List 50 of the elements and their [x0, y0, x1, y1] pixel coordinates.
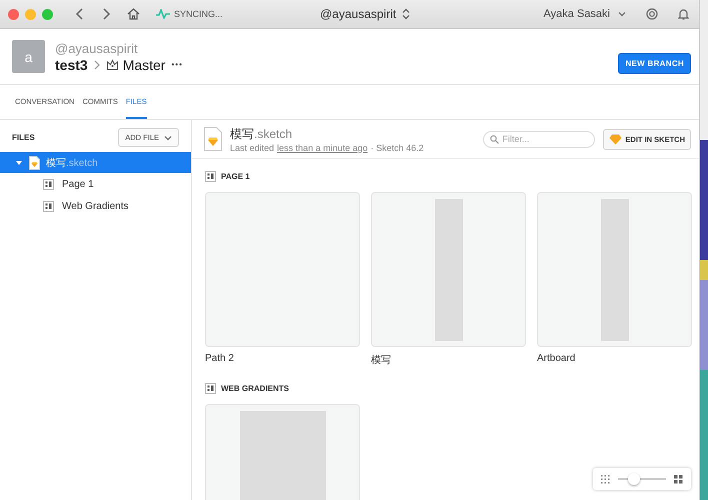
owner-handle: @ayausaspirit	[55, 40, 139, 56]
small-grid-icon[interactable]	[601, 474, 610, 484]
sketch-file-icon	[204, 127, 222, 151]
artboard-name: Artboard	[537, 353, 576, 366]
page-icon	[43, 200, 54, 212]
file-title: 模写.sketch	[230, 126, 294, 142]
page-icon	[205, 383, 216, 394]
file-tree-item[interactable]: 模写.sketch	[0, 152, 191, 173]
chevron-right-icon	[94, 60, 100, 70]
page-icon	[43, 178, 54, 190]
branch-name[interactable]: Master	[122, 56, 166, 72]
artboard-name: Path 2	[205, 353, 235, 366]
disclosure-icon[interactable]	[15, 158, 23, 166]
new-branch-button[interactable]: NEW BRANCH	[618, 53, 691, 74]
user-menu[interactable]: Ayaka Sasaki	[544, 8, 610, 20]
sync-status: SYNCING...	[174, 9, 223, 19]
sketch-file-icon	[29, 156, 40, 170]
project-name[interactable]: test3	[55, 56, 88, 72]
close-button[interactable]	[8, 8, 19, 20]
page-title: PAGE 1	[221, 172, 250, 181]
avatar: a	[12, 40, 45, 73]
artboard-thumbnail[interactable]	[205, 192, 360, 347]
page-title: WEB GRADIENTS	[221, 384, 289, 393]
filter-field[interactable]: Filter...	[483, 130, 596, 148]
page-icon	[205, 171, 216, 182]
artboard-thumbnail[interactable]	[537, 192, 692, 347]
chevron-down-icon[interactable]	[618, 11, 626, 17]
edited-label: Last edited	[230, 142, 274, 152]
page-tree-item[interactable]: Web Gradients	[0, 195, 191, 217]
artboard-thumbnail[interactable]	[371, 192, 526, 347]
large-grid-icon[interactable]	[674, 474, 683, 484]
account-selector[interactable]: @ayausaspirit	[320, 7, 396, 21]
more-menu[interactable]: •••	[171, 60, 183, 69]
home-icon[interactable]	[127, 8, 140, 20]
edited-time-link[interactable]: less than a minute ago	[277, 142, 368, 152]
page-tree-item[interactable]: Page 1	[0, 173, 191, 195]
file-name: 模写.sketch	[46, 156, 98, 170]
zoom-button[interactable]	[42, 8, 53, 20]
sketch-version: · Sketch 46.2	[370, 142, 424, 152]
sidebar-title: FILES	[12, 133, 35, 142]
crown-icon	[106, 58, 119, 71]
diamond-icon	[609, 134, 622, 144]
forward-icon[interactable]	[101, 8, 111, 20]
chevron-down-icon	[164, 134, 172, 140]
bell-icon[interactable]	[678, 8, 689, 20]
back-icon[interactable]	[75, 8, 85, 20]
artboard-name: 模写	[371, 354, 392, 368]
activity-icon	[156, 9, 170, 19]
slider-thumb[interactable]	[628, 473, 640, 485]
updown-icon[interactable]	[402, 8, 410, 20]
